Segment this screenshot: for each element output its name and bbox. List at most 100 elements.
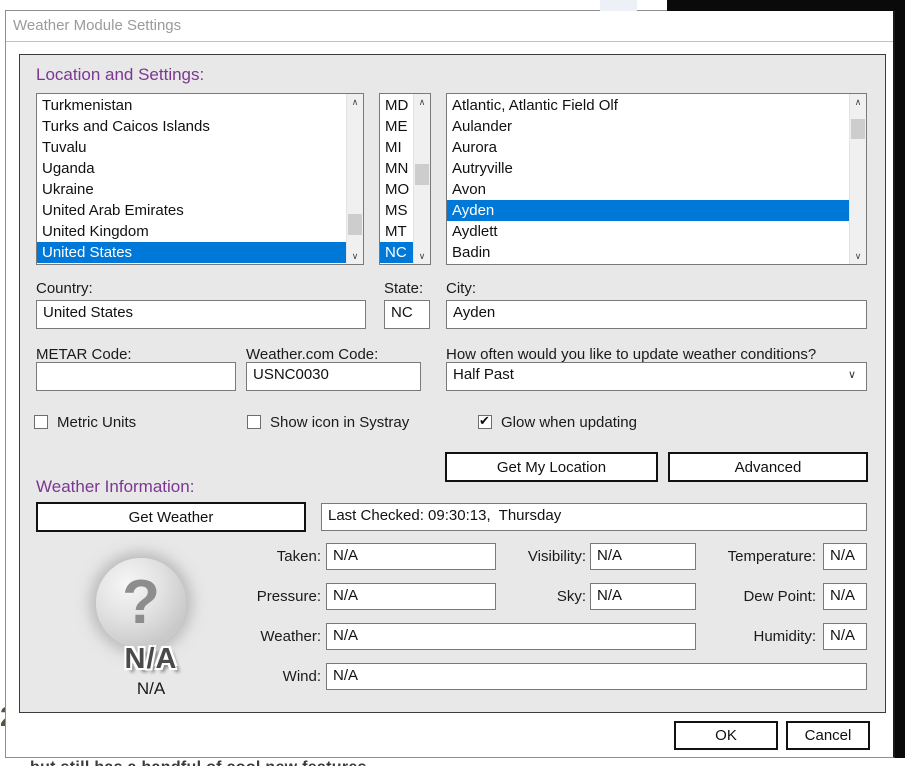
update-frequency-select[interactable]: Half Past ∨: [446, 362, 867, 391]
sky-value[interactable]: N/A: [590, 583, 696, 610]
pressure-label: Pressure:: [231, 588, 321, 605]
list-item[interactable]: Ayden: [447, 200, 849, 221]
dialog-title: Weather Module Settings: [13, 17, 181, 34]
weather-status-small: N/A: [96, 679, 206, 699]
update-frequency-value: Half Past: [453, 366, 514, 383]
list-item[interactable]: MD: [380, 95, 413, 116]
city-list-scrollbar[interactable]: ∧ ∨: [849, 94, 866, 264]
wind-label: Wind:: [231, 668, 321, 685]
list-item[interactable]: MS: [380, 200, 413, 221]
city-label: City:: [446, 280, 476, 297]
pressure-value[interactable]: N/A: [326, 583, 496, 610]
humidity-label: Humidity:: [701, 628, 816, 645]
cancel-button[interactable]: Cancel: [786, 721, 870, 750]
country-list-scrollbar[interactable]: ∧ ∨: [346, 94, 363, 264]
taken-value[interactable]: N/A: [326, 543, 496, 570]
list-item[interactable]: Uganda: [37, 158, 346, 179]
list-item[interactable]: MT: [380, 221, 413, 242]
background-clipped-text: but still has a handful of cool new feat…: [30, 759, 650, 766]
metric-units-checkbox[interactable]: ✔ Metric Units: [34, 414, 136, 430]
list-item[interactable]: United Arab Emirates: [37, 200, 346, 221]
background-accent-strip: [600, 0, 637, 11]
list-item[interactable]: Avon: [447, 179, 849, 200]
list-item[interactable]: United Kingdom: [37, 221, 346, 242]
country-list-items: TurkmenistanTurks and Caicos IslandsTuva…: [37, 95, 346, 264]
advanced-button[interactable]: Advanced: [668, 452, 868, 482]
weather-module-settings-dialog: Weather Module Settings Location and Set…: [5, 10, 895, 758]
list-item[interactable]: Ukraine: [37, 179, 346, 200]
weather-unknown-icon: ?: [96, 558, 186, 648]
scroll-thumb[interactable]: [851, 119, 865, 139]
scroll-thumb[interactable]: [415, 164, 429, 185]
temperature-value[interactable]: N/A: [823, 543, 867, 570]
glow-when-updating-label: Glow when updating: [501, 414, 637, 431]
list-item[interactable]: Tuvalu: [37, 137, 346, 158]
city-listbox[interactable]: Atlantic, Atlantic Field OlfAulanderAuro…: [446, 93, 867, 265]
scroll-down-icon[interactable]: ∨: [850, 248, 866, 264]
scroll-up-icon[interactable]: ∧: [414, 94, 430, 110]
list-item[interactable]: Turkmenistan: [37, 95, 346, 116]
list-item[interactable]: Autryville: [447, 158, 849, 179]
systray-icon-label: Show icon in Systray: [270, 414, 409, 431]
list-item[interactable]: United States: [37, 242, 346, 263]
weather-information-heading: Weather Information:: [36, 477, 194, 497]
systray-icon-checkbox[interactable]: ✔ Show icon in Systray: [247, 414, 409, 430]
city-list-items: Atlantic, Atlantic Field OlfAulanderAuro…: [447, 95, 849, 264]
state-listbox[interactable]: MDMEMIMNMOMSMTNC ∧ ∨: [379, 93, 431, 265]
checkbox-box[interactable]: ✔: [34, 415, 48, 429]
scroll-thumb[interactable]: [348, 214, 362, 235]
scroll-up-icon[interactable]: ∧: [850, 94, 866, 110]
location-settings-heading: Location and Settings:: [36, 65, 204, 85]
list-item[interactable]: Aurora: [447, 137, 849, 158]
scroll-down-icon[interactable]: ∨: [347, 248, 363, 264]
glow-when-updating-checkbox[interactable]: ✔ Glow when updating: [478, 414, 637, 430]
last-checked-status: Last Checked: 09:30:13, Thursday: [321, 503, 867, 531]
state-list-scrollbar[interactable]: ∧ ∨: [413, 94, 430, 264]
chevron-down-icon[interactable]: ∨: [848, 368, 856, 381]
humidity-value[interactable]: N/A: [823, 623, 867, 650]
visibility-label: Visibility:: [496, 548, 586, 565]
ok-button[interactable]: OK: [674, 721, 778, 750]
list-item[interactable]: Aydlett: [447, 221, 849, 242]
state-label: State:: [384, 280, 423, 297]
update-frequency-label: How often would you like to update weath…: [446, 346, 816, 363]
scroll-down-icon[interactable]: ∨: [414, 248, 430, 264]
taken-label: Taken:: [231, 548, 321, 565]
state-input[interactable]: NC: [384, 300, 430, 329]
weather-com-code-input[interactable]: USNC0030: [246, 362, 421, 391]
weather-value[interactable]: N/A: [326, 623, 696, 650]
dew-point-value[interactable]: N/A: [823, 583, 867, 610]
state-list-items: MDMEMIMNMOMSMTNC: [380, 95, 413, 264]
list-item[interactable]: Aulander: [447, 116, 849, 137]
country-listbox[interactable]: TurkmenistanTurks and Caicos IslandsTuva…: [36, 93, 364, 265]
list-item[interactable]: Turks and Caicos Islands: [37, 116, 346, 137]
title-separator: [6, 41, 893, 42]
scroll-up-icon[interactable]: ∧: [347, 94, 363, 110]
city-input[interactable]: Ayden: [446, 300, 867, 329]
list-item[interactable]: ME: [380, 116, 413, 137]
dew-point-label: Dew Point:: [701, 588, 816, 605]
get-weather-button[interactable]: Get Weather: [36, 502, 306, 532]
weather-com-code-label: Weather.com Code:: [246, 346, 378, 363]
weather-status-big: N/A: [96, 643, 206, 676]
list-item[interactable]: MO: [380, 179, 413, 200]
list-item[interactable]: Atlantic, Atlantic Field Olf: [447, 95, 849, 116]
metar-code-input[interactable]: [36, 362, 236, 391]
list-item[interactable]: NC: [380, 242, 413, 263]
metric-units-label: Metric Units: [57, 414, 136, 431]
list-item[interactable]: MN: [380, 158, 413, 179]
checkbox-box[interactable]: ✔: [478, 415, 492, 429]
checkbox-box[interactable]: ✔: [247, 415, 261, 429]
list-item[interactable]: MI: [380, 137, 413, 158]
visibility-value[interactable]: N/A: [590, 543, 696, 570]
weather-label: Weather:: [231, 628, 321, 645]
temperature-label: Temperature:: [701, 548, 816, 565]
metar-code-label: METAR Code:: [36, 346, 132, 363]
get-my-location-button[interactable]: Get My Location: [445, 452, 658, 482]
list-item[interactable]: Badin: [447, 242, 849, 263]
wind-value[interactable]: N/A: [326, 663, 867, 690]
sky-label: Sky:: [496, 588, 586, 605]
country-input[interactable]: United States: [36, 300, 366, 329]
checkmark-icon: ✔: [479, 413, 490, 429]
background-dark-strip-right: [895, 0, 905, 758]
